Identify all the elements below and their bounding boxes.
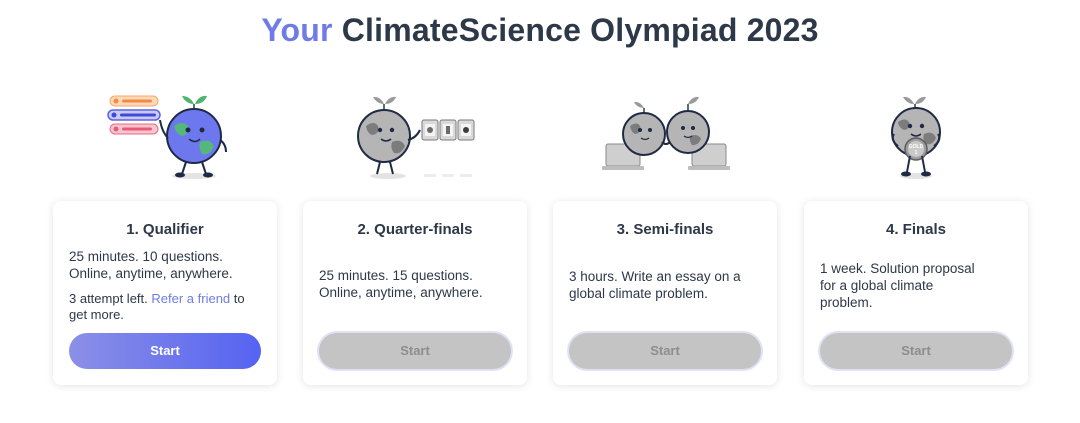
refer-friend-link[interactable]: Refer a friend xyxy=(151,291,230,306)
page-title: Your ClimateScience Olympiad 2023 xyxy=(0,12,1080,49)
title-rest: ClimateScience Olympiad 2023 xyxy=(341,12,819,48)
start-semi-finals-button: Start xyxy=(569,333,761,369)
start-quarter-finals-button: Start xyxy=(319,333,511,369)
stage-card-qualifier: 1. Qualifier 25 minutes. 10 questions. O… xyxy=(53,201,277,385)
attempts-info: 3 attempt left. Refer a friend to get mo… xyxy=(69,291,261,323)
earth-slots-illustration xyxy=(357,96,475,179)
medal-number: 1 xyxy=(915,150,918,156)
stage-card-semi-finals: 3. Semi-finals 3 hours. Write an essay o… xyxy=(553,201,777,385)
stage-description: 1 week. Solution proposal for a global c… xyxy=(820,261,975,310)
start-finals-button: Start xyxy=(820,333,1012,369)
stage-description: 25 minutes. 15 questions. Online, anytim… xyxy=(319,268,483,300)
stage-card-quarter-finals: 2. Quarter-finals 25 minutes. 15 questio… xyxy=(303,201,527,385)
title-accent: Your xyxy=(261,12,333,48)
stage-title: 4. Finals xyxy=(885,221,947,238)
stage-title: 3. Semi-finals xyxy=(616,221,714,238)
earth-checklist-illustration xyxy=(107,95,227,179)
earth-medal-illustration: GOLD 1 xyxy=(891,96,941,179)
attempts-left-text: 3 attempt left. xyxy=(69,291,148,306)
stage-description: 25 minutes. 10 questions. Online, anytim… xyxy=(69,249,233,281)
start-qualifier-button[interactable]: Start xyxy=(69,333,261,369)
stage-card-finals: 4. Finals 1 week. Solution proposal for … xyxy=(804,201,1028,385)
stage-title: 2. Quarter-finals xyxy=(357,221,473,238)
stage-description: 3 hours. Write an essay on a global clim… xyxy=(569,269,741,301)
earths-laptops-illustration xyxy=(602,96,730,170)
stage-title: 1. Qualifier xyxy=(126,221,204,238)
